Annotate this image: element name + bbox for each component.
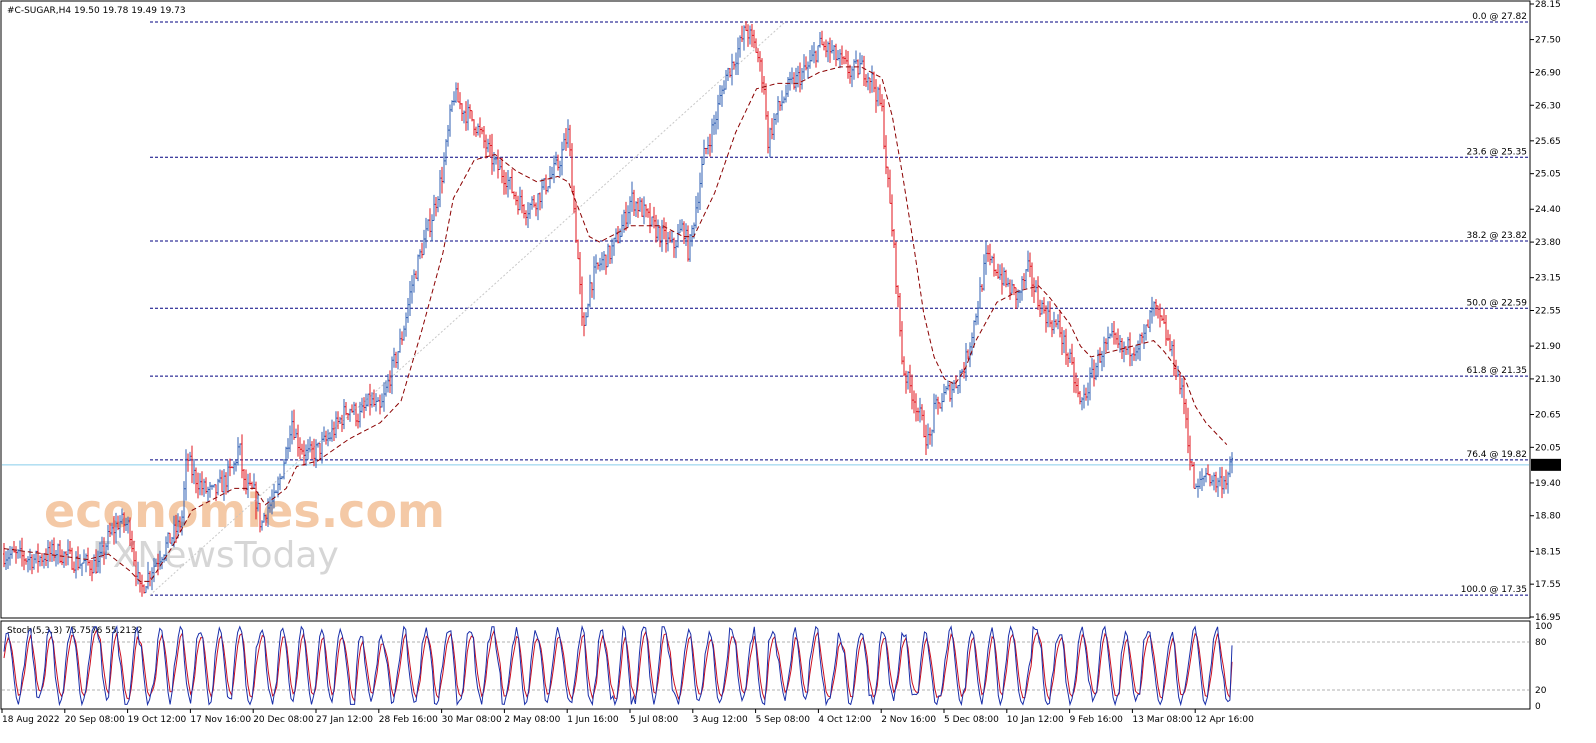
stoch-main-line — [3, 624, 1233, 707]
time-tick-label: 10 Jan 12:00 — [1007, 715, 1064, 725]
time-tick-label: 30 Mar 08:00 — [442, 715, 502, 725]
time-tick-label: 19 Oct 12:00 — [128, 715, 187, 725]
price-tick-label: 20.65 — [1535, 410, 1561, 420]
time-tick-label: 1 Jun 16:00 — [567, 715, 619, 725]
chart-window: economies.com FXNewsToday #C-SUGAR,H4 19… — [0, 0, 1596, 743]
time-tick-label: 3 Aug 12:00 — [693, 715, 748, 725]
current-price-label: 19.73 — [1534, 461, 1560, 471]
time-tick-label: 20 Dec 08:00 — [253, 715, 314, 725]
time-tick-label: 5 Jul 08:00 — [630, 715, 679, 725]
time-tick-label: 20 Sep 08:00 — [65, 715, 125, 725]
time-tick-label: 17 Nov 16:00 — [190, 715, 251, 725]
price-tick-label: 17.55 — [1535, 580, 1561, 590]
price-tick-label: 21.30 — [1535, 375, 1561, 385]
watermark-economies: economies.com — [44, 484, 445, 538]
time-tick-label: 13 Mar 08:00 — [1132, 715, 1192, 725]
time-tick-label: 2 Nov 16:00 — [881, 715, 936, 725]
price-tick-label: 23.15 — [1535, 274, 1561, 284]
price-tick-label: 21.90 — [1535, 342, 1561, 352]
fib-level-label: 38.2 @ 23.82 — [1466, 231, 1527, 241]
price-tick-label: 19.40 — [1535, 479, 1561, 489]
time-tick-label: 12 Apr 16:00 — [1195, 715, 1254, 725]
stoch-header: Stoch(5,3,3) 75.7576 55.2132 — [7, 626, 142, 636]
stoch-tick-label: 80 — [1535, 638, 1547, 648]
fib-level-label: 23.6 @ 25.35 — [1466, 147, 1527, 157]
time-tick-label: 2 May 08:00 — [504, 715, 560, 725]
price-tick-label: 20.05 — [1535, 443, 1561, 453]
time-tick-label: 4 Oct 12:00 — [818, 715, 871, 725]
stoch-tick-label: 0 — [1535, 702, 1541, 712]
price-tick-label: 28.15 — [1535, 0, 1561, 10]
fib-level-label: 100.0 @ 17.35 — [1461, 585, 1527, 595]
price-tick-label: 23.80 — [1535, 238, 1561, 248]
time-tick-label: 5 Sep 08:00 — [756, 715, 811, 725]
time-tick-label: 28 Feb 16:00 — [379, 715, 438, 725]
chart-canvas[interactable]: economies.com FXNewsToday #C-SUGAR,H4 19… — [0, 0, 1596, 743]
fib-level-label: 61.8 @ 21.35 — [1466, 366, 1527, 376]
time-tick-label: 18 Aug 2022 — [2, 715, 60, 725]
stoch-tick-label: 100 — [1535, 622, 1552, 632]
price-tick-label: 27.50 — [1535, 36, 1561, 46]
price-tick-label: 26.90 — [1535, 68, 1561, 78]
price-axis: 28.15 27.50 26.90 26.30 25.65 25.05 24.40 23.80… — [1530, 0, 1561, 623]
time-tick-label: 27 Jan 12:00 — [316, 715, 373, 725]
fib-level-label: 0.0 @ 27.82 — [1472, 12, 1527, 22]
price-tick-label: 18.80 — [1535, 512, 1561, 522]
symbol-header: #C-SUGAR,H4 19.50 19.78 19.49 19.73 — [7, 6, 186, 16]
fib-level-label: 50.0 @ 22.59 — [1466, 298, 1527, 308]
time-axis: 18 Aug 2022 20 Sep 08:00 19 Oct 12:00 17 No… — [1, 709, 1254, 725]
stochastic-oscillator: 100 80 20 0 — [2, 622, 1552, 712]
fib-level-label: 76.4 @ 19.82 — [1466, 450, 1527, 460]
price-tick-label: 26.30 — [1535, 101, 1561, 111]
stoch-tick-label: 20 — [1535, 686, 1547, 696]
time-tick-label: 9 Feb 16:00 — [1070, 715, 1124, 725]
price-tick-label: 25.05 — [1535, 170, 1561, 180]
time-tick-label: 5 Dec 08:00 — [944, 715, 999, 725]
price-tick-label: 25.65 — [1535, 137, 1561, 147]
price-tick-label: 24.40 — [1535, 205, 1561, 215]
price-tick-label: 18.15 — [1535, 547, 1561, 557]
price-tick-label: 22.55 — [1535, 307, 1561, 317]
